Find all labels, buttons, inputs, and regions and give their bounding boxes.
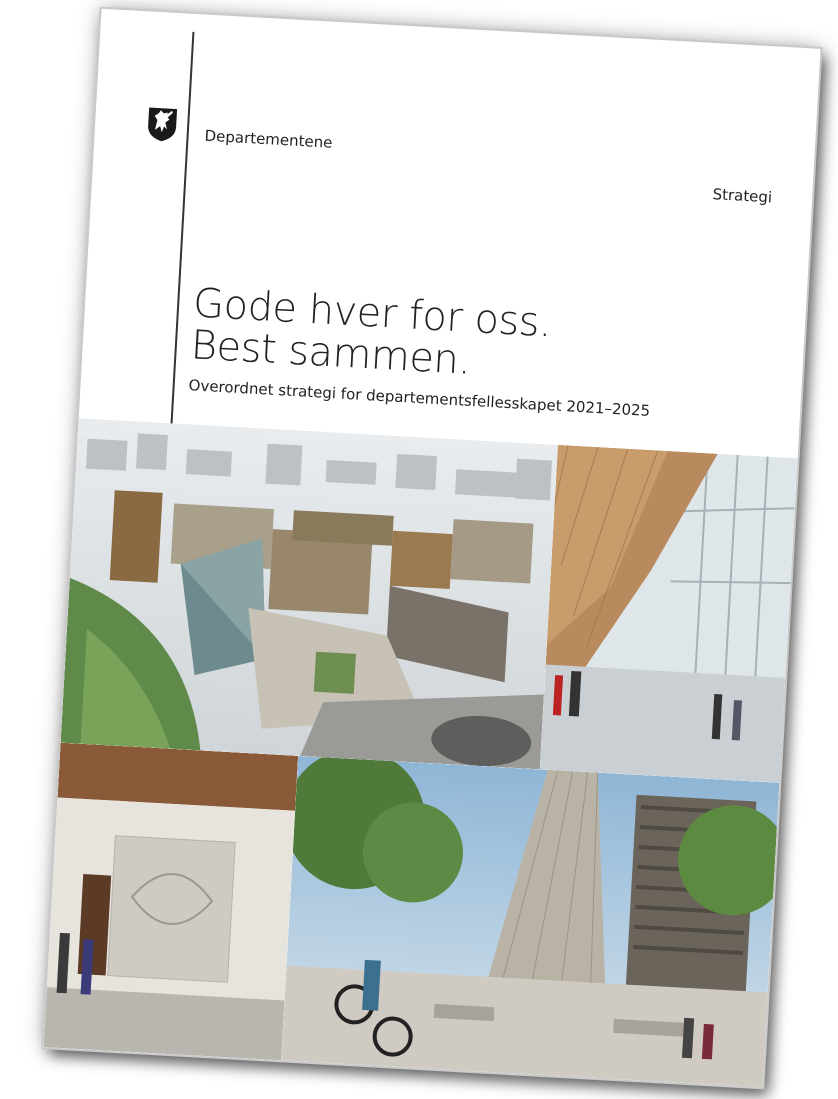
atrium-interior-photo [539,444,798,783]
plaza-exterior-photo [281,755,780,1088]
cover-subtitle: Overordnet strategi for departementsfell… [188,376,651,420]
strategy-document-cover: Departementene Strategi Gode hver for os… [43,8,821,1088]
coat-of-arms-lion-icon [144,103,180,143]
cover-title: Gode hver for oss. Best sammen. [190,280,553,386]
document-type-label: Strategi [712,185,773,207]
photo-collage [43,418,798,1088]
aerial-city-photo [60,418,558,770]
lobby-interior-photo [43,742,299,1061]
department-name: Departementene [204,126,333,152]
